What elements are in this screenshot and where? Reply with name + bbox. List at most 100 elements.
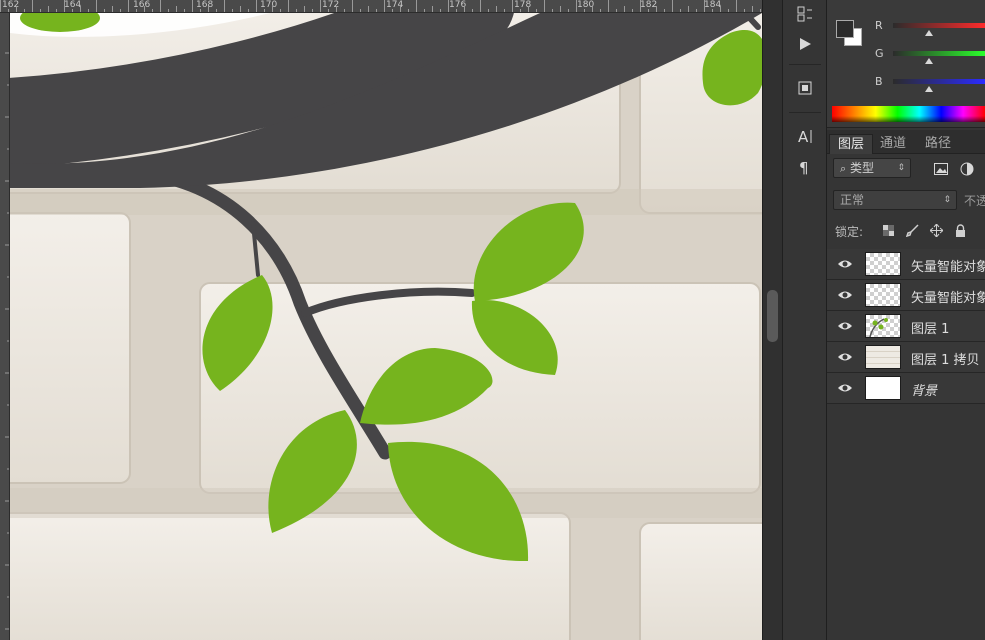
- eye-icon[interactable]: [837, 319, 853, 333]
- eye-icon[interactable]: [837, 288, 853, 302]
- ruler-tick: [616, 9, 617, 12]
- ruler-tick: [440, 9, 441, 12]
- lock-move-icon[interactable]: [929, 223, 943, 237]
- red-slider-knob[interactable]: [925, 30, 933, 36]
- document-canvas[interactable]: [10, 13, 762, 640]
- tab-paths[interactable]: 路径: [917, 134, 959, 154]
- layer-row[interactable]: 图层 1: [827, 311, 985, 342]
- green-label: G: [875, 47, 884, 60]
- lock-all-icon[interactable]: [953, 223, 967, 237]
- ruler-tick: [744, 9, 745, 12]
- blend-mode-select[interactable]: 正常 ⇕: [833, 190, 957, 210]
- foreground-color-swatch[interactable]: [836, 20, 854, 38]
- ruler-tick: [728, 9, 729, 12]
- ruler-tick: [328, 9, 329, 12]
- layer-name: 矢量智能对象: [911, 291, 985, 306]
- ruler-tick: [104, 9, 105, 12]
- ruler-tick: [0, 0, 1, 12]
- ruler-tick: [40, 9, 41, 12]
- ruler-tick: [128, 0, 129, 12]
- ruler-tick: [264, 9, 265, 12]
- adjustment-filter-icon[interactable]: [958, 160, 976, 178]
- tree-thumbnail-icon: [869, 318, 888, 338]
- ruler-label: 170: [260, 0, 278, 10]
- tab-layers[interactable]: 图层: [829, 134, 874, 154]
- ruler-tick: [464, 6, 465, 12]
- ruler-tick: [472, 9, 473, 12]
- properties-icon[interactable]: [793, 76, 817, 100]
- lock-label: 锁定:: [835, 225, 864, 239]
- tab-channels[interactable]: 通道: [872, 134, 914, 154]
- character-icon[interactable]: A: [793, 124, 817, 148]
- ruler-tick: [136, 9, 137, 12]
- ruler-tick: [496, 6, 497, 12]
- ruler-tick: [360, 9, 361, 12]
- red-slider[interactable]: [893, 23, 985, 28]
- paragraph-icon[interactable]: ¶: [793, 155, 817, 179]
- ruler-tick: [648, 9, 649, 12]
- ruler-tick: [696, 9, 697, 12]
- lock-row: 锁定:: [833, 221, 985, 241]
- eye-icon[interactable]: [837, 381, 853, 395]
- ruler-tick: [488, 9, 489, 12]
- eye-icon[interactable]: [837, 257, 853, 271]
- ruler-tick: [576, 0, 577, 12]
- tool-divider: [789, 64, 821, 65]
- ruler-tick: [96, 0, 97, 12]
- ruler-tick: [80, 6, 81, 12]
- ruler-tick: [512, 0, 513, 12]
- ruler-tick: [232, 9, 233, 12]
- color-spectrum[interactable]: [832, 106, 985, 122]
- ruler-tick: [168, 9, 169, 12]
- history-icon[interactable]: [793, 2, 817, 26]
- ruler-tick: [352, 0, 353, 12]
- canvas-artwork: [10, 13, 762, 640]
- panel-tool-strip: A ¶: [782, 0, 827, 640]
- ruler-tick: [720, 6, 721, 12]
- ruler-tick: [680, 9, 681, 12]
- ruler-tick: [608, 0, 609, 12]
- lock-transparent-icon[interactable]: [881, 223, 895, 237]
- ruler-tick: [456, 9, 457, 12]
- ruler-tick: [520, 9, 521, 12]
- tool-divider: [789, 112, 821, 113]
- lock-brush-icon[interactable]: [905, 223, 919, 237]
- ruler-tick: [712, 9, 713, 12]
- ruler-label: 168: [196, 0, 214, 10]
- ruler-tick: [312, 9, 313, 12]
- ruler-tick: [344, 9, 345, 12]
- layer-row[interactable]: 矢量智能对象: [827, 249, 985, 280]
- layer-row[interactable]: 矢量智能对象: [827, 280, 985, 311]
- layer-thumbnail: [865, 345, 901, 369]
- ruler-tick: [248, 9, 249, 12]
- layer-name: 图层 1: [911, 322, 950, 337]
- ruler-tick: [24, 9, 25, 12]
- blue-slider[interactable]: [893, 79, 985, 84]
- layer-filter-select[interactable]: ⌕ 类型 ⇕: [833, 158, 911, 178]
- ruler-tick: [144, 6, 145, 12]
- layer-row[interactable]: 图层 1 拷贝: [827, 342, 985, 373]
- ruler-tick: [112, 6, 113, 12]
- ruler-tick: [216, 9, 217, 12]
- green-slider-knob[interactable]: [925, 58, 933, 64]
- layer-thumbnail: [865, 314, 901, 338]
- green-slider[interactable]: [893, 51, 985, 56]
- ruler-tick: [176, 6, 177, 12]
- ruler-tick: [384, 0, 385, 12]
- ruler-tick: [48, 6, 49, 12]
- ruler-tick: [672, 0, 673, 12]
- image-filter-icon[interactable]: [932, 160, 950, 178]
- vertical-scrollbar[interactable]: [762, 0, 782, 640]
- layer-row[interactable]: 背景: [827, 373, 985, 404]
- ruler-tick: [688, 6, 689, 12]
- ruler-tick: [152, 9, 153, 12]
- left-ruler[interactable]: [0, 13, 10, 640]
- top-ruler[interactable]: 162 164 166 168 170 172 174 176 178 180 …: [0, 0, 762, 13]
- eye-icon[interactable]: [837, 350, 853, 364]
- blue-slider-knob[interactable]: [925, 86, 933, 92]
- ruler-tick: [528, 6, 529, 12]
- layers-panel-tabs: 图层 通道 路径: [827, 130, 985, 154]
- scrollbar-thumb[interactable]: [767, 290, 778, 342]
- layer-name: 矢量智能对象: [911, 260, 985, 275]
- play-icon[interactable]: [793, 32, 817, 56]
